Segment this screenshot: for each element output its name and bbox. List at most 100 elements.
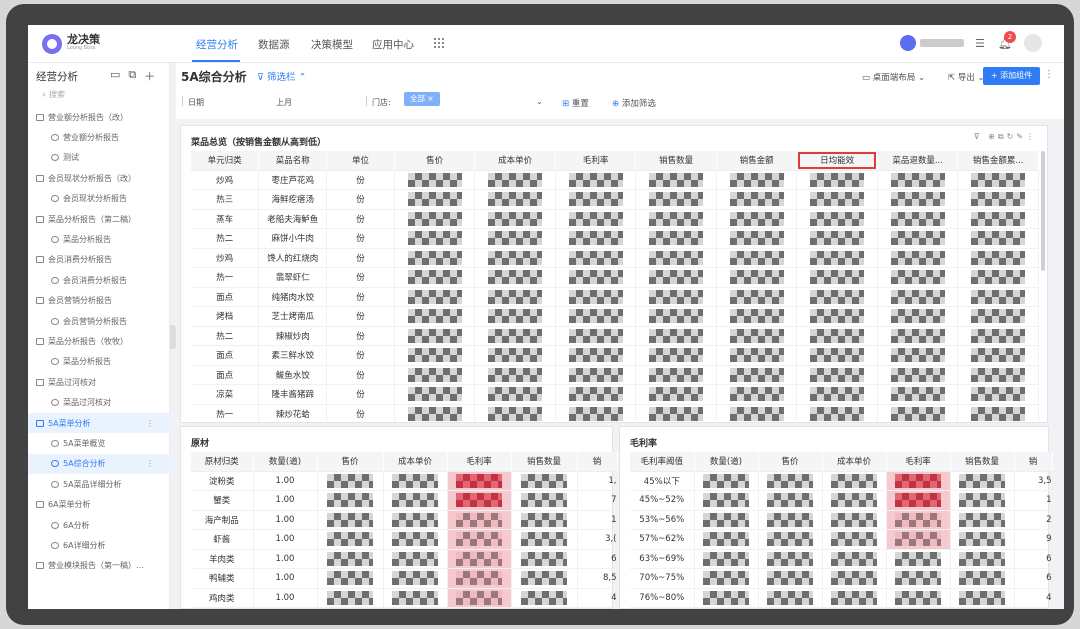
table-row[interactable]: 面点 纯猪肉水饺份 [191,287,1039,307]
more-icon[interactable]: ⋮ [1044,69,1054,80]
app-logo[interactable]: 龙决策 Loong Boss [42,34,100,54]
list-icon[interactable]: ☰ [975,37,985,50]
chevron-down-icon[interactable]: ⌄ [536,97,543,106]
column-header[interactable]: 数量(道) [694,452,759,472]
new-report-icon[interactable]: ⧉ [128,68,136,84]
column-header[interactable]: 日均能效 [796,151,878,171]
column-header[interactable]: 销售数量 [950,452,1015,472]
filter-toggle[interactable]: ⊽ 筛选栏 ⌃ [257,69,306,83]
table-row[interactable]: 鸭辅类 1.00 8,5 [191,568,618,589]
sidebar-item[interactable]: 菜品分析报告（第二稿） [28,209,170,229]
sidebar-item[interactable]: 5A菜单分析 ⋮ [28,412,170,434]
table-row[interactable]: 57%~62% 9 [630,529,1053,550]
sidebar-item[interactable]: 会员现状分析报告（改） [28,168,170,188]
store-chip[interactable]: 全部 × [404,92,440,106]
sidebar-item[interactable]: 5A综合分析 ⋮ [28,453,170,475]
column-header[interactable]: 销售金额累... [957,151,1039,171]
reset-button[interactable]: ⊞ 重置 [562,97,589,109]
table-row[interactable]: 45%以下 3,5 [630,471,1053,491]
column-header[interactable]: 毛利率 [447,452,512,472]
column-header[interactable]: 菜品退数量... [877,151,959,171]
column-header[interactable]: 成本单价 [822,452,887,472]
table-row[interactable]: 海产制品 1.00 1 [191,510,618,530]
sidebar-search-input[interactable]: ⌕ 搜索 [42,89,65,100]
sidebar-item[interactable]: 营业额分析报告（改） [28,107,170,127]
sidebar-item[interactable]: 6A菜单分析 [28,494,170,514]
table-row[interactable]: 蟹类 1.00 7 [191,490,618,511]
add-component-button[interactable]: + 添加组件 [983,67,1040,85]
table-row[interactable]: 面点 鲅鱼水饺份 [191,365,1039,385]
table-row[interactable]: 虾酱 1.00 3,( [191,529,618,550]
date-filter-value[interactable]: 上月 [276,97,292,108]
add-icon[interactable]: ＋ [144,68,155,84]
user-avatar[interactable] [1024,34,1042,52]
sidebar-item[interactable]: 菜品分析报告 [28,352,170,372]
table-row[interactable]: 76%~80% 4 [630,588,1053,608]
table-row[interactable]: 凉菜 隆丰酱猪蹄份 [191,384,1039,405]
org-avatar[interactable] [900,35,916,51]
column-header[interactable]: 毛利率 [555,151,637,171]
tab-business-analysis[interactable]: 经营分析 [196,37,238,52]
export-button[interactable]: ⇱ 导出 ⌄ [948,71,985,83]
sidebar-item[interactable]: 测试 [28,148,170,168]
add-filter-button[interactable]: ⊕ 添加筛选 [612,97,656,109]
column-header[interactable]: 销售数量 [635,151,717,171]
table-row[interactable]: 蒸车 老船夫海鲈鱼份 [191,209,1039,229]
column-header[interactable]: 原材归类 [191,452,254,472]
table-row[interactable]: 羊肉类 1.00 6 [191,549,618,569]
sidebar-item[interactable]: 会员现状分析报告 [28,189,170,209]
table-row[interactable]: 淀粉类 1.00 1, [191,471,618,491]
sidebar-item[interactable]: 菜品过河核对 [28,392,170,412]
column-header[interactable]: 售价 [758,452,823,472]
column-header[interactable]: 售价 [317,452,384,472]
sidebar-item[interactable]: 会员消费分析报告 [28,270,170,290]
folder-icon[interactable]: ▭ [110,68,120,84]
more-icon[interactable]: ⋮ [146,459,154,468]
sidebar-item[interactable]: 会员消费分析报告 [28,250,170,270]
sidebar-item[interactable]: 6A详细分析 [28,535,170,555]
column-header[interactable]: 成本单价 [383,452,448,472]
table-row[interactable]: 鸡肉类 1.00 4 [191,588,618,608]
more-icon[interactable]: ⋮ [146,419,154,428]
column-header[interactable]: 销 [1014,452,1053,472]
card-toolbar-icons[interactable]: ⊽ ⊕⧉↻✎⋮ [974,132,1037,142]
table-row[interactable]: 热三 海鲜疙瘩汤份 [191,189,1039,210]
sidebar-item[interactable]: 营业额分析报告 [28,127,170,147]
sidebar-item[interactable]: 会员营销分析报告 [28,311,170,331]
sidebar-item[interactable]: 菜品分析报告 [28,229,170,249]
column-header[interactable]: 销售数量 [511,452,578,472]
tab-decision-model[interactable]: 决策模型 [311,37,353,52]
apps-grid-icon[interactable] [434,38,444,48]
table-row[interactable]: 炒鸡 馋人的红烧肉份 [191,248,1039,268]
table-row[interactable]: 45%~52% 1 [630,490,1053,511]
sidebar-item[interactable]: 菜品分析报告（牧牧） [28,331,170,351]
sidebar-item[interactable]: 5A菜单概览 [28,433,170,453]
sidebar-item[interactable]: 营业模块报告（第一稿）... [28,556,170,576]
table-row[interactable]: 烤档 芝士烤南瓜份 [191,306,1039,327]
column-header[interactable]: 毛利率 [886,452,951,472]
sidebar-item[interactable]: 5A菜品详细分析 [28,474,170,494]
column-header[interactable]: 成本单价 [474,151,556,171]
column-header[interactable]: 单位 [326,151,395,171]
table-row[interactable]: 热二 辣椒炒肉份 [191,326,1039,346]
layout-select[interactable]: ▭ 桌面端布局 ⌄ [862,71,925,83]
column-header[interactable]: 销售金额 [716,151,798,171]
tab-app-center[interactable]: 应用中心 [372,37,414,52]
table-row[interactable]: 炒鸡 枣庄芦花鸡份 [191,170,1039,190]
column-header[interactable]: 毛利率阈值 [630,452,695,472]
table-row[interactable]: 热二 麻饼小牛肉份 [191,228,1039,249]
sidebar-item[interactable]: 菜品过河核对 [28,372,170,392]
scrollbar[interactable] [1041,151,1045,271]
table-row[interactable]: 70%~75% 6 [630,568,1053,589]
sidebar-item[interactable]: 会员营销分析报告 [28,291,170,311]
table-row[interactable]: 热一 辣炒花蛤份 [191,404,1039,424]
column-header[interactable]: 数量(道) [253,452,318,472]
tab-data-source[interactable]: 数据源 [258,37,290,52]
sidebar-item[interactable]: 6A分析 [28,515,170,535]
column-header[interactable]: 单元归类 [191,151,260,171]
column-header[interactable]: 销 [577,452,618,472]
column-header[interactable]: 菜品名称 [258,151,328,171]
column-header[interactable]: 售价 [394,151,476,171]
table-row[interactable]: 63%~69% 6 [630,549,1053,569]
table-row[interactable]: 53%~56% 2 [630,510,1053,530]
